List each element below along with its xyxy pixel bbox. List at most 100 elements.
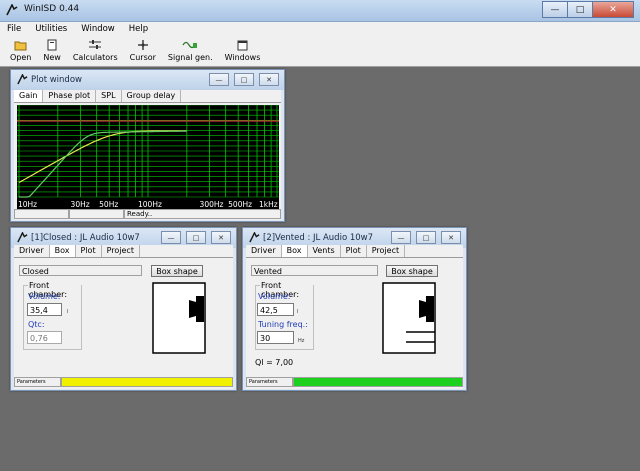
plot-restore-button[interactable]: □ — [234, 73, 254, 86]
close-button[interactable]: ✕ — [592, 1, 634, 18]
ql-value: Ql = 7,00 — [255, 358, 294, 367]
qtc-label: Qtc: — [28, 320, 45, 329]
menu-window[interactable]: Window — [74, 22, 122, 37]
tab-spl[interactable]: SPL — [96, 90, 122, 102]
winisd-logo-icon — [6, 4, 18, 16]
maximize-button[interactable]: □ — [567, 1, 593, 18]
vented-status-bar: Parameters — [246, 377, 463, 387]
open-button[interactable]: Open — [10, 37, 31, 66]
x-tick-label: 300Hz — [200, 200, 224, 209]
close-icon: ✕ — [609, 4, 617, 15]
vented-close-button[interactable]: ✕ — [441, 231, 461, 244]
tab-group-delay[interactable]: Group delay — [121, 90, 182, 102]
plot-status-text: Ready.. — [124, 209, 281, 219]
tab-project[interactable]: Project — [366, 245, 406, 257]
volume-input[interactable]: 35,4 — [27, 303, 62, 316]
tab-driver[interactable]: Driver — [246, 245, 282, 257]
x-tick-label: 100Hz — [138, 200, 162, 209]
plot-window-body: Gain Phase plot SPL Group delay 10Hz 30Hz… — [14, 90, 281, 220]
close-icon: ✕ — [448, 233, 454, 242]
tab-phase-plot[interactable]: Phase plot — [43, 90, 97, 102]
tab-gain[interactable]: Gain — [14, 90, 44, 102]
qtc-input[interactable]: 0,76 — [27, 331, 62, 344]
vented-status-indicator — [293, 377, 463, 387]
menu-file[interactable]: File — [0, 22, 28, 37]
x-tick-label: 1kHz — [259, 200, 278, 209]
windows-icon — [235, 39, 251, 51]
plot-status-pane-2 — [69, 209, 124, 219]
winisd-logo-icon — [17, 232, 28, 243]
vented-tabs: Driver Box Vents Plot Project — [246, 245, 463, 258]
tab-box[interactable]: Box — [281, 245, 308, 257]
volume-label: Volume: — [28, 292, 61, 301]
folder-open-icon — [13, 39, 29, 51]
minimize-icon: — — [167, 233, 175, 242]
vented-status-label: Parameters — [246, 377, 293, 387]
winisd-logo-icon — [249, 232, 260, 243]
plot-close-button[interactable]: ✕ — [259, 73, 279, 86]
gain-plot[interactable]: 10Hz 30Hz 50Hz 100Hz 300Hz 500Hz 1kHz — [17, 105, 279, 209]
app-title: WinISD 0.44 — [24, 4, 80, 14]
closed-window-buttons: — □ ✕ — [156, 231, 231, 244]
minimize-icon: — — [215, 75, 223, 84]
new-button[interactable]: New — [43, 37, 61, 66]
tab-plot[interactable]: Plot — [340, 245, 367, 257]
vented-restore-button[interactable]: □ — [416, 231, 436, 244]
menu-utilities[interactable]: Utilities — [28, 22, 74, 37]
tuning-freq-unit: Hz — [298, 338, 305, 344]
menu-bar: File Utilities Window Help — [0, 22, 640, 37]
tab-vents[interactable]: Vents — [307, 245, 341, 257]
volume-unit: l — [297, 309, 299, 315]
closed-restore-button[interactable]: □ — [186, 231, 206, 244]
tab-project[interactable]: Project — [101, 245, 140, 257]
restore-icon: □ — [192, 233, 200, 242]
winisd-app: WinISD 0.44 — □ ✕ File Utilities Window … — [0, 0, 640, 471]
box-type-field: Closed — [19, 265, 142, 276]
tab-plot[interactable]: Plot — [75, 245, 102, 257]
box-shape-button[interactable]: Box shape — [151, 265, 203, 277]
signal-generator-icon — [182, 39, 198, 51]
tuning-freq-label: Tuning freq.: — [258, 320, 308, 329]
calculators-label: Calculators — [72, 53, 118, 62]
new-document-icon — [44, 39, 60, 51]
windows-label: Windows — [224, 53, 261, 62]
signal-gen-label: Signal gen. — [167, 53, 213, 62]
cursor-button[interactable]: Cursor — [130, 37, 156, 66]
plot-window-buttons: — □ ✕ — [204, 73, 279, 86]
menu-help[interactable]: Help — [122, 22, 155, 37]
cursor-crosshair-icon — [135, 39, 151, 51]
calculators-button[interactable]: Calculators — [73, 37, 118, 66]
plot-minimize-button[interactable]: — — [209, 73, 229, 86]
box-shape-button[interactable]: Box shape — [386, 265, 438, 277]
closed-window-title: [1]Closed : JL Audio 10w7 — [31, 233, 140, 243]
closed-close-button[interactable]: ✕ — [211, 231, 231, 244]
vented-window-title: [2]Vented : JL Audio 10w7 — [263, 233, 374, 243]
x-tick-label: 10Hz — [18, 200, 37, 209]
vented-window-body: Driver Box Vents Plot Project Vented Box… — [246, 245, 463, 389]
caption-buttons: — □ ✕ — [542, 1, 634, 18]
tab-box[interactable]: Box — [49, 245, 76, 257]
closed-status-label: Parameters — [14, 377, 61, 387]
closed-box-diagram — [152, 282, 206, 354]
volume-input[interactable]: 42,5 — [257, 303, 294, 316]
plot-window-title-bar[interactable]: Plot window — □ ✕ — [11, 70, 284, 90]
close-icon: ✕ — [218, 233, 224, 242]
tab-driver[interactable]: Driver — [14, 245, 50, 257]
x-tick-label: 50Hz — [99, 200, 118, 209]
minimize-button[interactable]: — — [542, 1, 568, 18]
plot-status-bar: Ready.. — [14, 209, 281, 219]
box-type-field: Vented — [251, 265, 378, 276]
vented-window-buttons: — □ ✕ — [386, 231, 461, 244]
tuning-freq-input[interactable]: 30 — [257, 331, 294, 344]
signal-gen-button[interactable]: Signal gen. — [168, 37, 213, 66]
x-tick-label: 30Hz — [71, 200, 90, 209]
windows-button[interactable]: Windows — [224, 37, 261, 66]
closed-minimize-button[interactable]: — — [161, 231, 181, 244]
closed-status-bar: Parameters — [14, 377, 233, 387]
x-tick-label: 500Hz — [228, 200, 252, 209]
restore-icon: □ — [240, 75, 248, 84]
vented-minimize-button[interactable]: — — [391, 231, 411, 244]
closed-box-window: [1]Closed : JL Audio 10w7 — □ ✕ Driver B… — [10, 227, 237, 391]
maximize-icon: □ — [575, 4, 585, 15]
closed-window-body: Driver Box Plot Project Closed Box shape… — [14, 245, 233, 389]
